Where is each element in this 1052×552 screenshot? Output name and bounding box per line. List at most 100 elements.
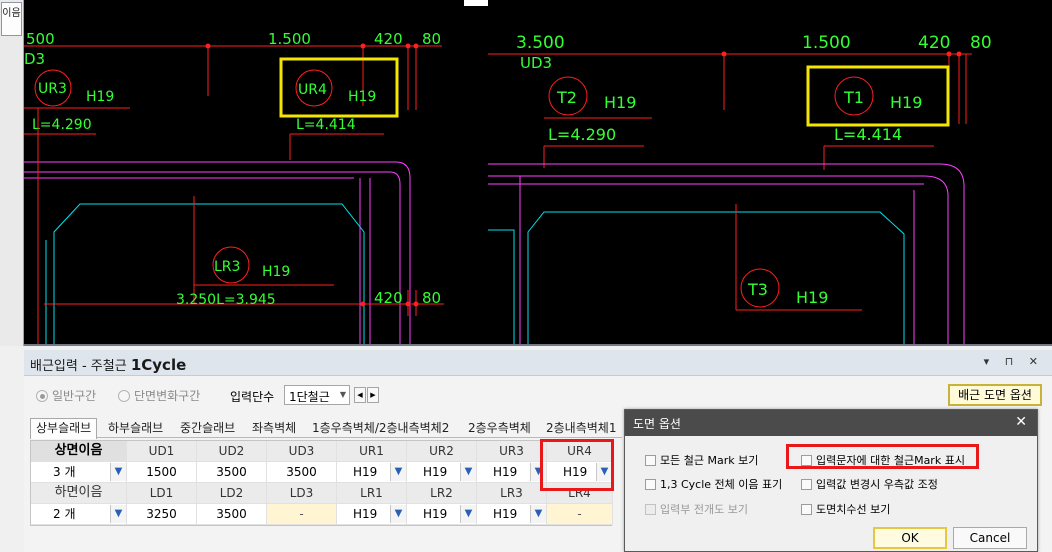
header-ld2: LD2 — [197, 483, 267, 504]
tab-floor1-right-wall[interactable]: 1층우측벽체/2층내측벽체2 — [312, 420, 449, 438]
option-adjust-right-value[interactable]: 입력값 변경시 우측값 조정 — [801, 476, 938, 492]
next-arrow-button[interactable]: ▶ — [367, 387, 379, 403]
bottom-joint-count-select[interactable]: 2 개 ▼ — [31, 504, 127, 525]
cell-ld2[interactable]: 3500 — [197, 504, 267, 525]
chevron-down-icon: ▼ — [339, 390, 346, 399]
length-t1: L=4.414 — [834, 125, 902, 144]
cell-lr1-value: H19 — [353, 507, 378, 521]
cell-ur3-value: H19 — [493, 465, 518, 479]
dim-left-500: 500 — [26, 30, 55, 48]
grid-header-row-bottom: 하면이음 LD1 LD2 LD3 LR1 LR2 LR3 LR4 — [31, 483, 613, 504]
length-ur3: L=4.290 — [32, 117, 92, 133]
tab-left-wall[interactable]: 좌측벽체 — [252, 420, 296, 438]
length-t2: L=4.290 — [548, 125, 616, 144]
mark-t1: T1 — [843, 88, 864, 107]
checkbox-icon[interactable] — [801, 503, 812, 515]
dim-right-80: 80 — [970, 33, 992, 53]
checkbox-icon[interactable] — [801, 478, 812, 490]
dim-left-80: 80 — [422, 30, 441, 48]
grid-value-row-top: 3 개 ▼ 1500 3500 3500 H19 ▼ H19 ▼ H19 ▼ H… — [31, 462, 613, 483]
option-dimension-lines-label: 도면치수선 보기 — [816, 503, 891, 516]
cell-ur3-select[interactable]: H19 ▼ — [477, 462, 547, 483]
rebar-input-panel-header: 배근입력 - 주철근 1Cycle ▾ ⊓ ✕ — [24, 350, 1052, 376]
option-show-all-marks[interactable]: 모든 철근 Mark 보기 — [645, 452, 758, 468]
bar-t1: H19 — [890, 93, 922, 112]
tab-bottom-slab[interactable]: 하부슬래브 — [108, 420, 163, 438]
radio-dot-icon — [118, 389, 130, 402]
joint-side-tab[interactable]: 이음 — [1, 2, 22, 36]
chevron-down-icon[interactable]: ▼ — [110, 505, 126, 523]
cell-ud1[interactable]: 1500 — [127, 462, 197, 483]
tab-middle-slab[interactable]: 중간슬래브 — [180, 420, 235, 438]
chevron-down-icon[interactable]: ▼ — [110, 463, 126, 481]
checkbox-icon[interactable] — [645, 478, 656, 490]
ok-button[interactable]: OK — [873, 527, 947, 549]
cell-ld3: - — [267, 504, 337, 525]
input-level-select[interactable]: 1단철근 ▼ — [284, 385, 350, 405]
dim-right-420: 420 — [918, 33, 950, 53]
chevron-down-icon[interactable]: ▼ — [596, 463, 612, 481]
header-ld1: LD1 — [127, 483, 197, 504]
cancel-button[interactable]: Cancel — [953, 527, 1027, 549]
checkbox-icon[interactable] — [645, 454, 656, 466]
tab-floor2-right-wall[interactable]: 2층우측벽체 — [468, 420, 531, 438]
tab-top-slab[interactable]: 상부슬래브 — [30, 418, 98, 439]
mark-lr3: LR3 — [214, 259, 240, 275]
chevron-down-icon[interactable]: ▼ — [530, 463, 546, 481]
cell-ud2[interactable]: 3500 — [197, 462, 267, 483]
radio-section-change[interactable]: 단면변화구간 — [118, 387, 200, 404]
label-ud3-right: UD3 — [520, 54, 552, 72]
option-mark-for-input[interactable]: 입력문자에 대한 철근Mark 표시 — [801, 452, 965, 468]
chevron-down-icon[interactable]: ▼ — [390, 463, 406, 481]
prev-arrow-button[interactable]: ◀ — [354, 387, 366, 403]
header-ud1: UD1 — [127, 441, 197, 462]
header-lr2: LR2 — [407, 483, 477, 504]
option-mark-for-input-label: 입력문자에 대한 철근Mark 표시 — [816, 454, 965, 467]
cell-lr2-select[interactable]: H19 ▼ — [407, 504, 477, 525]
cell-ur4-value: H19 — [563, 465, 588, 479]
header-ur1: UR1 — [337, 441, 407, 462]
header-ur4: UR4 — [547, 441, 613, 462]
cell-ud3[interactable]: 3500 — [267, 462, 337, 483]
checkbox-icon[interactable] — [801, 454, 812, 466]
option-unfolded-view-label: 입력부 전개도 보기 — [660, 503, 748, 516]
chevron-down-icon[interactable]: ▼ — [460, 463, 476, 481]
header-lr3: LR3 — [477, 483, 547, 504]
close-icon[interactable]: ✕ — [1015, 414, 1027, 430]
panel-window-controls[interactable]: ▾ ⊓ ✕ — [984, 355, 1044, 368]
option-cycle-joints-label: 1,3 Cycle 전체 이음 표기 — [660, 478, 783, 491]
bar-ur3: H19 — [86, 89, 114, 105]
option-show-all-marks-label: 모든 철근 Mark 보기 — [660, 454, 759, 467]
chevron-down-icon[interactable]: ▼ — [390, 505, 406, 523]
chevron-down-icon[interactable]: ▼ — [530, 505, 546, 523]
dialog-title: 도면 옵션 — [633, 417, 681, 431]
option-dimension-lines[interactable]: 도면치수선 보기 — [801, 501, 890, 517]
input-level-value: 1단철근 — [289, 390, 330, 404]
header-ur3: UR3 — [477, 441, 547, 462]
cell-ld1[interactable]: 3250 — [127, 504, 197, 525]
chevron-down-icon[interactable]: ▼ — [460, 505, 476, 523]
option-cycle-joints[interactable]: 1,3 Cycle 전체 이음 표기 — [645, 476, 782, 492]
radio-general-section[interactable]: 일반구간 — [36, 387, 96, 404]
header-ld3: LD3 — [267, 483, 337, 504]
checkbox-icon — [645, 503, 656, 515]
left-side-strip: 이음 — [0, 0, 24, 346]
cell-ur1-select[interactable]: H19 ▼ — [337, 462, 407, 483]
dim-left-bottom-80: 80 — [422, 289, 441, 307]
option-unfolded-view: 입력부 전개도 보기 — [645, 501, 748, 517]
tab-floor2-inner-wall1[interactable]: 2층내측벽체1 — [546, 420, 616, 438]
panel-title-prefix: 배근입력 - 주철근 — [30, 359, 127, 374]
cell-lr1-select[interactable]: H19 ▼ — [337, 504, 407, 525]
header-bottom-joint: 하면이음 — [31, 483, 127, 504]
panel-title: 배근입력 - 주철근 1Cycle — [30, 355, 186, 374]
cad-drawing-area[interactable]: 500 1.500 420 80 D3 UR3 H19 L=4.290 UR4 … — [24, 0, 1052, 346]
cell-ur4-select[interactable]: H19 ▼ — [547, 462, 613, 483]
top-joint-count-select[interactable]: 3 개 ▼ — [31, 462, 127, 483]
header-ud2: UD2 — [197, 441, 267, 462]
cell-ur2-select[interactable]: H19 ▼ — [407, 462, 477, 483]
cell-lr3-select[interactable]: H19 ▼ — [477, 504, 547, 525]
drawing-options-button[interactable]: 배근 도면 옵션 — [948, 384, 1042, 406]
mark-ur4: UR4 — [298, 82, 327, 98]
top-joint-count-value: 3 개 — [53, 465, 76, 479]
length-lr3: 3.250L=3.945 — [176, 292, 276, 308]
